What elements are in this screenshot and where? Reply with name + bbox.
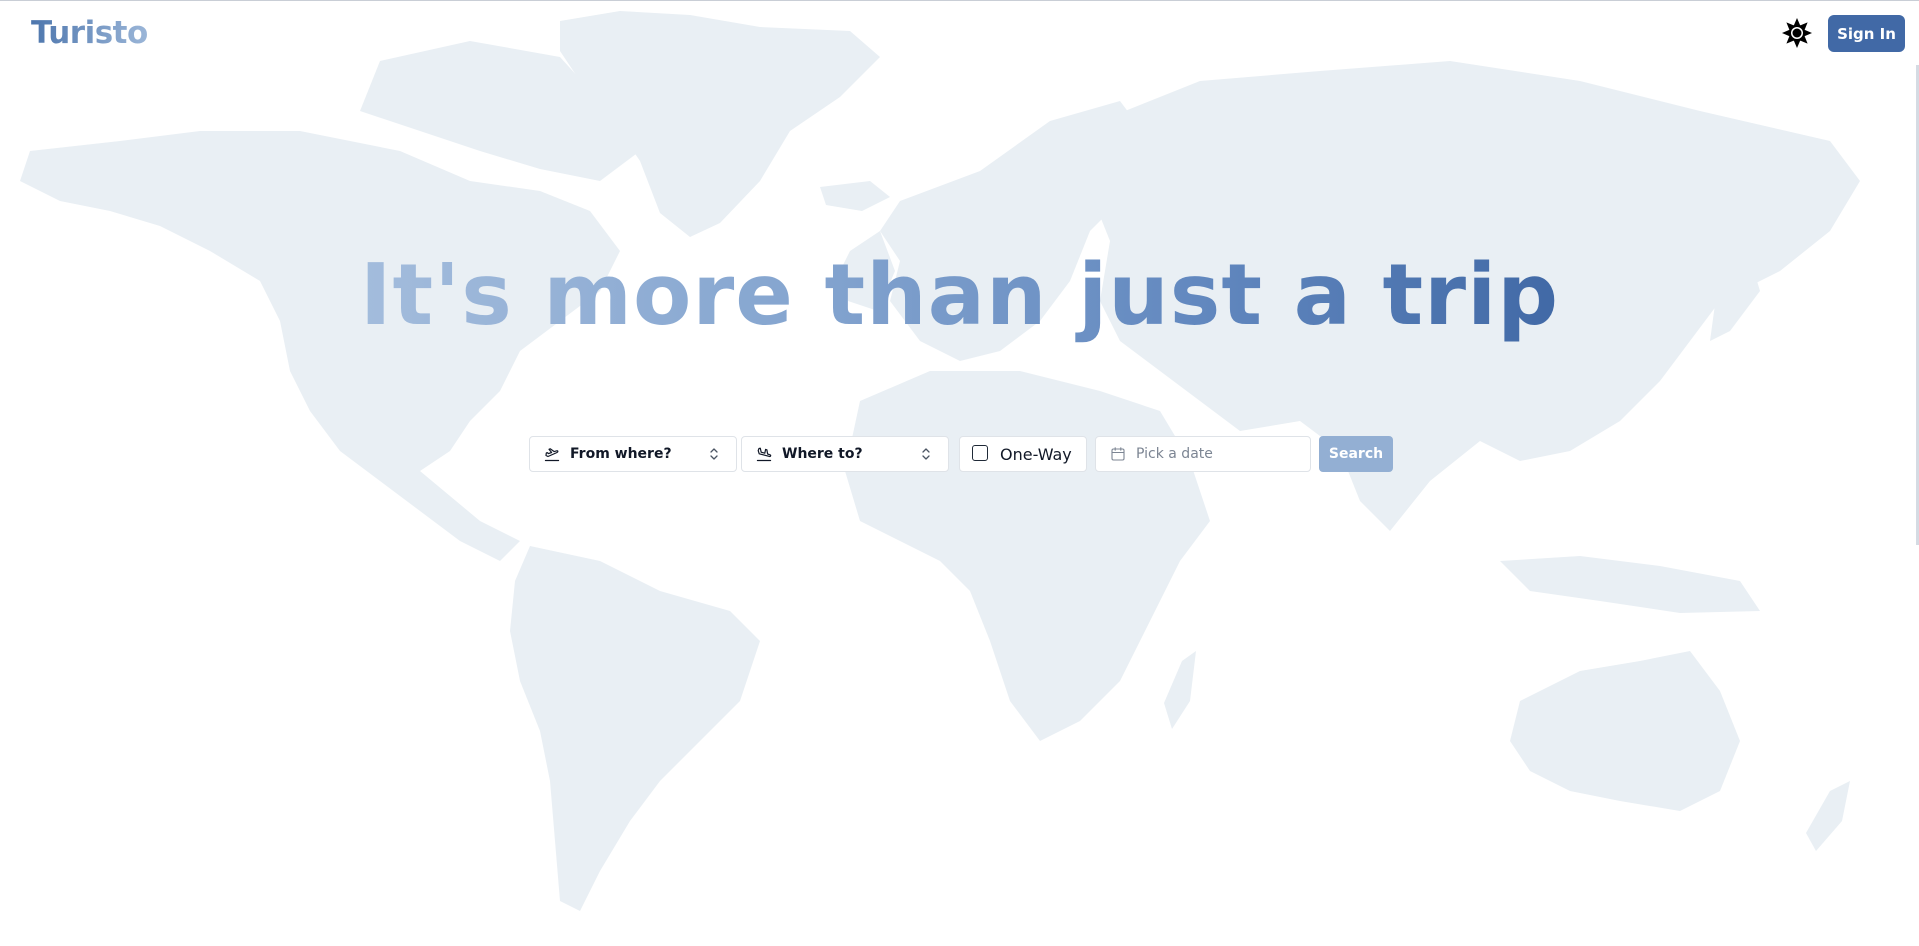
map-iceland (820, 181, 890, 211)
where-to-combobox[interactable]: Where to? (741, 436, 949, 472)
map-africa (845, 371, 1210, 741)
map-new-zealand (1806, 781, 1850, 851)
where-to-label: Where to? (782, 446, 863, 462)
map-south-america (510, 546, 760, 911)
chevrons-up-down-icon (922, 448, 930, 460)
map-madagascar (1164, 651, 1196, 729)
hero: It's more than just a trip (0, 237, 1919, 355)
search-button[interactable]: Search (1319, 436, 1393, 472)
theme-toggle-button[interactable] (1781, 17, 1813, 49)
one-way-toggle[interactable]: One-Way (959, 436, 1087, 472)
plane-takeoff-icon (544, 448, 560, 462)
logo[interactable]: Turisto (31, 15, 148, 51)
plane-landing-icon (756, 447, 772, 462)
world-map-background (20, 11, 1860, 911)
map-indonesia (1500, 556, 1760, 613)
hero-headline: It's more than just a trip (360, 237, 1559, 355)
date-placeholder: Pick a date (1136, 446, 1213, 462)
sign-in-button[interactable]: Sign In (1828, 15, 1905, 52)
chevrons-up-down-icon (710, 448, 718, 460)
from-where-combobox[interactable]: From where? (529, 436, 737, 472)
top-nav: Turisto Sign In (0, 1, 1919, 67)
date-picker-field[interactable]: Pick a date (1095, 436, 1311, 472)
page: Turisto Sign In It's more than just a tr… (0, 0, 1919, 946)
one-way-label: One-Way (1000, 445, 1072, 464)
map-australia (1510, 651, 1740, 811)
calendar-icon (1111, 447, 1125, 461)
sun-icon (1782, 18, 1812, 48)
one-way-checkbox[interactable] (972, 445, 988, 461)
from-where-label: From where? (570, 446, 672, 462)
